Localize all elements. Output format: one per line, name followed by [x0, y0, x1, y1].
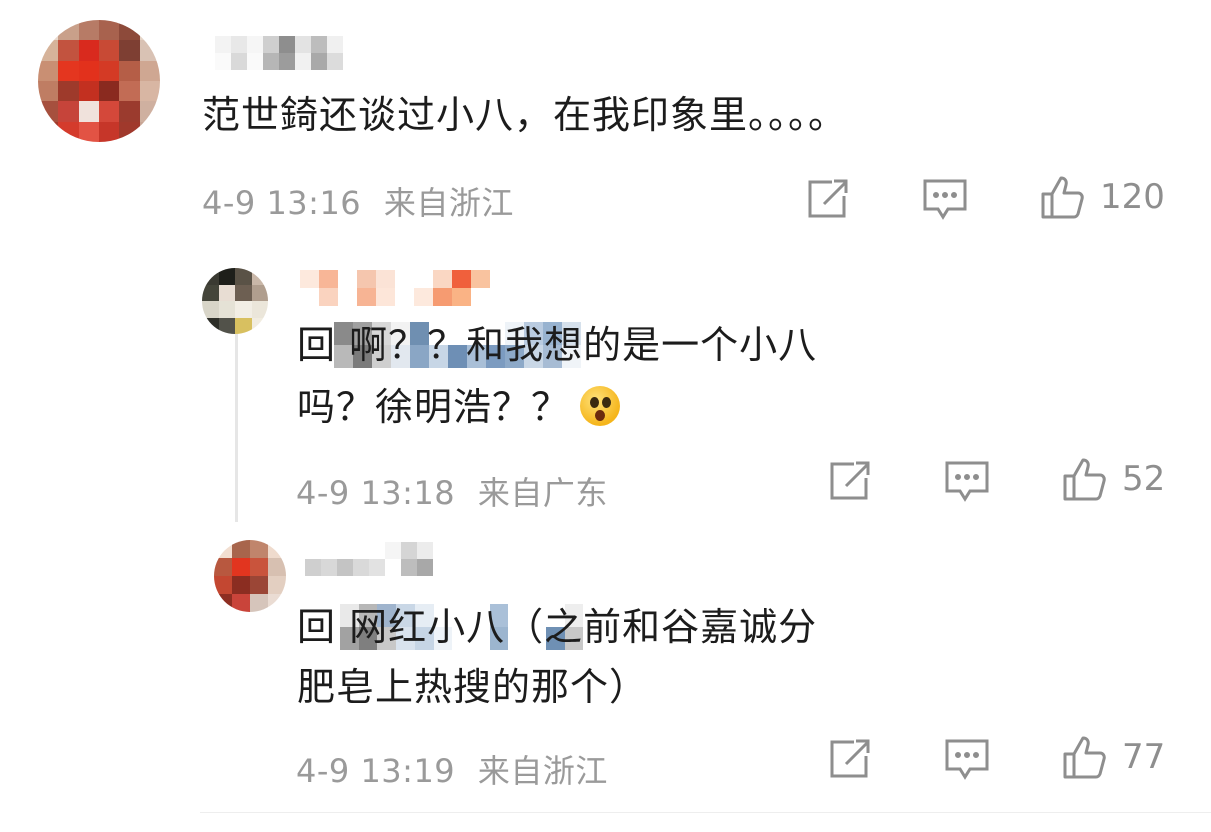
like-button[interactable]: 77: [1062, 734, 1165, 780]
reply-text-line1: 回 网红小八（之前和谷嘉诚分: [297, 605, 818, 649]
repost-button[interactable]: [806, 178, 850, 220]
reply-text-line2-content: 吗？徐明浩？？: [297, 385, 571, 429]
reply-text-line2: 吗？徐明浩？？: [297, 376, 621, 438]
reply-meta: 4-9 13:19 来自浙江: [296, 746, 608, 792]
thread-line: [235, 312, 238, 522]
repost-icon: [830, 461, 870, 500]
thumbs-up-icon: [1063, 736, 1106, 779]
comment-icon: [945, 461, 989, 502]
reply-text-line1: 回 啊？？和我想的是一个小八: [297, 323, 818, 367]
comment-icon: [923, 179, 967, 220]
thumbs-up-icon: [1041, 176, 1084, 219]
like-count: 120: [1100, 177, 1165, 217]
repost-icon: [830, 739, 870, 778]
comment-button[interactable]: [944, 738, 990, 780]
reply-meta: 4-9 13:18 来自广东: [296, 468, 608, 514]
divider: [200, 812, 1211, 813]
comment-meta: 4-9 13:16 来自浙江: [202, 178, 514, 224]
comment-text: 范世錡还谈过小八，在我印象里。。。。: [202, 93, 848, 137]
repost-button[interactable]: [828, 460, 872, 502]
comment-time: 4-9 13:16: [202, 184, 362, 222]
avatar[interactable]: [38, 20, 160, 142]
thumbs-up-icon: [1063, 458, 1106, 501]
username-blurred[interactable]: [300, 270, 490, 306]
reply-time: 4-9 13:18: [296, 474, 456, 512]
username-blurred[interactable]: [215, 36, 343, 70]
comment-button[interactable]: [922, 178, 968, 220]
comment-icon: [945, 739, 989, 780]
avatar[interactable]: [202, 268, 268, 334]
like-count: 52: [1122, 459, 1166, 499]
username-blurred[interactable]: [305, 542, 433, 576]
reply-location: 来自广东: [477, 474, 608, 512]
astonished-emoji-icon: [580, 386, 621, 426]
repost-icon: [808, 179, 848, 218]
like-button[interactable]: 52: [1062, 456, 1165, 502]
reply-time: 4-9 13:19: [296, 752, 456, 790]
avatar[interactable]: [214, 540, 286, 612]
reply-location: 来自浙江: [477, 752, 608, 790]
comment-location: 来自浙江: [383, 184, 514, 222]
comment-button[interactable]: [944, 460, 990, 502]
reply-text-line2: 肥皂上热搜的那个）: [297, 665, 649, 709]
like-count: 77: [1122, 737, 1166, 777]
repost-button[interactable]: [828, 738, 872, 780]
like-button[interactable]: 120: [1040, 174, 1165, 220]
